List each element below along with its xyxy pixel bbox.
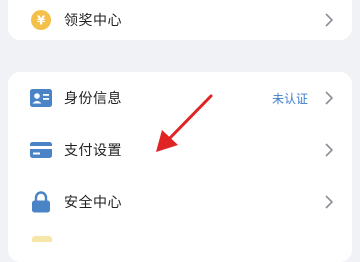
yen-coin-icon: ¥ — [30, 9, 52, 31]
menu-item-security-center[interactable]: 安全中心 — [8, 176, 352, 228]
next-item-icon-partial — [32, 236, 52, 242]
svg-text:¥: ¥ — [37, 14, 46, 28]
lock-icon — [30, 191, 52, 213]
menu-item-label: 安全中心 — [64, 195, 122, 211]
chevron-right-icon — [322, 91, 336, 105]
menu-item-payment-settings[interactable]: 支付设置 — [8, 124, 352, 176]
credit-card-icon — [30, 139, 52, 161]
menu-item-label: 领奖中心 — [64, 13, 122, 29]
chevron-right-icon — [322, 13, 336, 27]
menu-item-reward-center[interactable]: ¥ 领奖中心 — [8, 0, 352, 40]
verification-status: 未认证 — [271, 91, 308, 106]
menu-item-identity[interactable]: 身份信息 未认证 — [8, 72, 352, 124]
menu-item-label: 身份信息 — [64, 91, 122, 107]
settings-list-card: 身份信息 未认证 支付设置 安全中心 — [8, 72, 352, 262]
menu-item-label: 支付设置 — [64, 143, 122, 159]
id-card-icon — [30, 87, 52, 109]
chevron-right-icon — [322, 195, 336, 209]
chevron-right-icon — [322, 143, 336, 157]
reward-center-card: ¥ 领奖中心 — [8, 0, 352, 40]
